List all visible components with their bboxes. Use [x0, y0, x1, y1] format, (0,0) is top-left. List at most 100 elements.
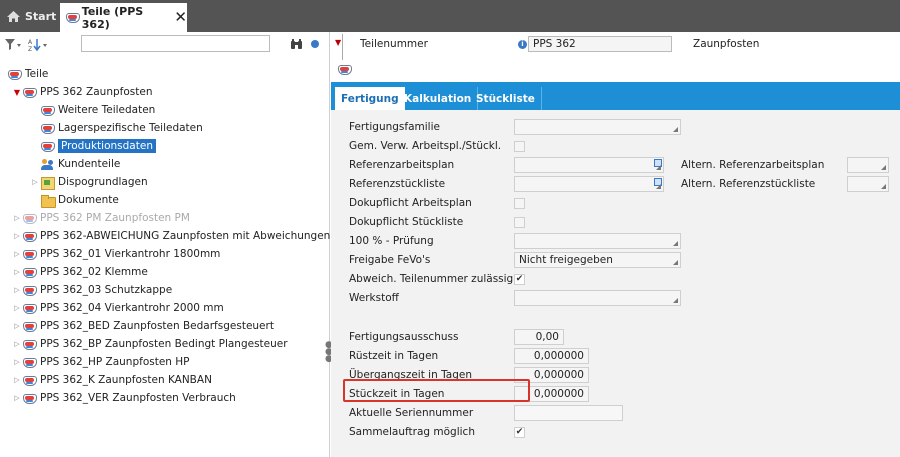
tree-root[interactable]: Teile: [7, 65, 48, 83]
collapsed-triangle-icon[interactable]: ▷: [12, 268, 22, 276]
gem-verw-checkbox[interactable]: [514, 141, 525, 152]
divider: [342, 34, 343, 60]
row-fertigungsfamilie: Fertigungsfamilie: [331, 118, 900, 137]
sort-icon[interactable]: AZ: [28, 37, 50, 51]
row-referenzstueckliste: Referenzstückliste Altern. Referenzstück…: [331, 175, 900, 194]
pruefung-dropdown[interactable]: [514, 233, 681, 249]
collapsed-triangle-icon[interactable]: ▷: [12, 322, 22, 330]
fertigungsausschuss-field[interactable]: 0,00: [514, 329, 564, 345]
row-gem-verw: Gem. Verw. Arbeitspl./Stückl.: [331, 137, 900, 156]
tree-item-sibling[interactable]: ▷ PPS 362_01 Vierkantrohr 1800mm: [12, 245, 220, 263]
tab-fertigung[interactable]: Fertigung: [335, 87, 405, 110]
part-icon: [22, 86, 37, 99]
svg-text:A: A: [28, 39, 33, 46]
tree-item-sibling[interactable]: ▷ PPS 362_HP Zaunpfosten HP: [12, 353, 189, 371]
tree-toolbar: AZ: [0, 32, 330, 56]
dokupflicht-stueckliste-checkbox[interactable]: [514, 217, 525, 228]
collapsed-triangle-icon[interactable]: ▷: [30, 178, 40, 186]
altern-referenzarbeitsplan-field[interactable]: [847, 157, 889, 173]
part-icon: [22, 248, 37, 261]
row-werkstoff: Werkstoff: [331, 289, 900, 308]
ruestzeit-field[interactable]: 0,000000: [514, 348, 589, 364]
row-referenzarbeitsplan: Referenzarbeitsplan Altern. Referenzarbe…: [331, 156, 900, 175]
tree-item-lagerspezifische-teiledaten[interactable]: Lagerspezifische Teiledaten: [40, 119, 203, 137]
tree-item-weitere-teiledaten[interactable]: Weitere Teiledaten: [40, 101, 155, 119]
filter-icon[interactable]: [4, 37, 24, 51]
part-icon: [22, 212, 37, 225]
tree-item-sibling[interactable]: ▷ PPS 362_02 Klemme: [12, 263, 148, 281]
row-seriennummer: Aktuelle Seriennummer: [331, 404, 900, 423]
close-icon[interactable]: ✕: [174, 10, 187, 25]
part-icon: [65, 11, 80, 24]
highlight-box: [343, 379, 530, 402]
collapsed-triangle-icon[interactable]: ▷: [12, 394, 22, 402]
seriennummer-field[interactable]: [514, 405, 623, 421]
sammelauftrag-checkbox[interactable]: ✔: [514, 427, 525, 438]
field-label: Altern. Referenzstückliste: [681, 178, 816, 190]
tree-item-dispogrundlagen[interactable]: ▷ Dispogrundlagen: [30, 173, 148, 191]
field-label: Freigabe FeVo's: [349, 254, 431, 266]
splitter-handle[interactable]: ● ● ●: [325, 341, 333, 364]
abweich-checkbox[interactable]: ✔: [514, 274, 525, 285]
fertigung-form: Fertigungsfamilie Gem. Verw. Arbeitspl./…: [331, 110, 900, 457]
tree-item-sibling[interactable]: ▷ PPS 362 PM Zaunpfosten PM: [12, 209, 190, 227]
referenzarbeitsplan-field[interactable]: [514, 157, 664, 173]
field-label: Fertigungsfamilie: [349, 121, 440, 133]
part-icon: [337, 63, 352, 76]
tree-item-sibling[interactable]: ▷ PPS 362_K Zaunpfosten KANBAN: [12, 371, 212, 389]
tree-search-input[interactable]: [81, 35, 270, 52]
collapsed-triangle-icon[interactable]: ▷: [12, 304, 22, 312]
fertigungsfamilie-dropdown[interactable]: [514, 119, 681, 135]
collapsed-triangle-icon[interactable]: ▷: [12, 340, 22, 348]
part-icon: [22, 374, 37, 387]
folder-icon: [40, 194, 56, 208]
tab-kalkulation[interactable]: Kalkulation: [398, 87, 479, 110]
tab-start[interactable]: Start: [0, 0, 58, 32]
tab-stueckliste[interactable]: Stückliste: [470, 87, 542, 110]
row-ruestzeit: Rüstzeit in Tagen 0,000000: [331, 347, 900, 366]
tree-item-sibling[interactable]: ▷ PPS 362_VER Zaunpfosten Verbrauch: [12, 389, 236, 407]
info-icon[interactable]: i: [518, 40, 527, 49]
collapsed-triangle-icon[interactable]: ▷: [12, 376, 22, 384]
expanded-triangle-icon[interactable]: ▼: [12, 88, 22, 97]
tree-item-produktionsdaten[interactable]: Produktionsdaten: [40, 137, 156, 155]
altern-referenzstueckliste-field[interactable]: [847, 176, 889, 192]
tree-item-dokumente[interactable]: Dokumente: [40, 191, 119, 209]
dokupflicht-arbeitsplan-checkbox[interactable]: [514, 198, 525, 209]
field-label: Fertigungsausschuss: [349, 331, 459, 343]
field-label: Gem. Verw. Arbeitspl./Stückl.: [349, 140, 502, 152]
tree-item-sibling[interactable]: ▷ PPS 362_BP Zaunpfosten Bedingt Planges…: [12, 335, 287, 353]
tab-teile-label: Teile (PPS 362): [81, 4, 144, 31]
collapsed-triangle-icon[interactable]: ▷: [12, 250, 22, 258]
tree-item-sibling[interactable]: ▷ PPS 362-ABWEICHUNG Zaunpfosten mit Abw…: [12, 227, 330, 245]
teilenummer-field[interactable]: PPS 362: [528, 36, 672, 52]
tree-item-label: Lagerspezifische Teiledaten: [58, 122, 203, 134]
part-description: Zaunpfosten: [693, 38, 760, 50]
werkstoff-dropdown[interactable]: [514, 290, 681, 306]
tree-item-label: PPS 362_02 Klemme: [40, 266, 148, 278]
referenzstueckliste-field[interactable]: [514, 176, 664, 192]
field-label: Aktuelle Seriennummer: [349, 407, 474, 419]
collapsed-triangle-icon[interactable]: ▷: [12, 214, 22, 222]
row-dokupflicht-stueckliste: Dokupflicht Stückliste: [331, 213, 900, 232]
collapsed-triangle-icon[interactable]: ▷: [12, 232, 22, 240]
row-abweich: Abweich. Teilenummer zulässig ✔: [331, 270, 900, 289]
collapsed-triangle-icon[interactable]: ▷: [12, 358, 22, 366]
tab-teile[interactable]: Teile (PPS 362) ✕: [60, 3, 187, 32]
tree-item-label: PPS 362_01 Vierkantrohr 1800mm: [40, 248, 221, 260]
tree-item-label: PPS 362 PM Zaunpfosten PM: [40, 212, 190, 224]
binoculars-icon[interactable]: [290, 37, 303, 51]
field-label: Sammelauftrag möglich: [349, 426, 475, 438]
tab-start-label: Start: [25, 9, 57, 23]
tree-item-pps362[interactable]: ▼ PPS 362 Zaunpfosten: [12, 83, 153, 101]
tree-item-sibling[interactable]: ▷ PPS 362_03 Schutzkappe: [12, 281, 172, 299]
tree-item-sibling[interactable]: ▷ PPS 362_04 Vierkantrohr 2000 mm: [12, 299, 223, 317]
field-label: Dokupflicht Arbeitsplan: [349, 197, 472, 209]
collapsed-triangle-icon[interactable]: ▷: [12, 286, 22, 294]
tree-item-sibling[interactable]: ▷ PPS 362_BED Zaunpfosten Bedarfsgesteue…: [12, 317, 274, 335]
freigabe-dropdown[interactable]: Nicht freigegeben: [514, 252, 681, 268]
status-dot-icon[interactable]: [311, 37, 319, 51]
tree-item-kundenteile[interactable]: Kundenteile: [40, 155, 120, 173]
field-label: Referenzarbeitsplan: [349, 159, 455, 171]
part-icon: [22, 302, 37, 315]
